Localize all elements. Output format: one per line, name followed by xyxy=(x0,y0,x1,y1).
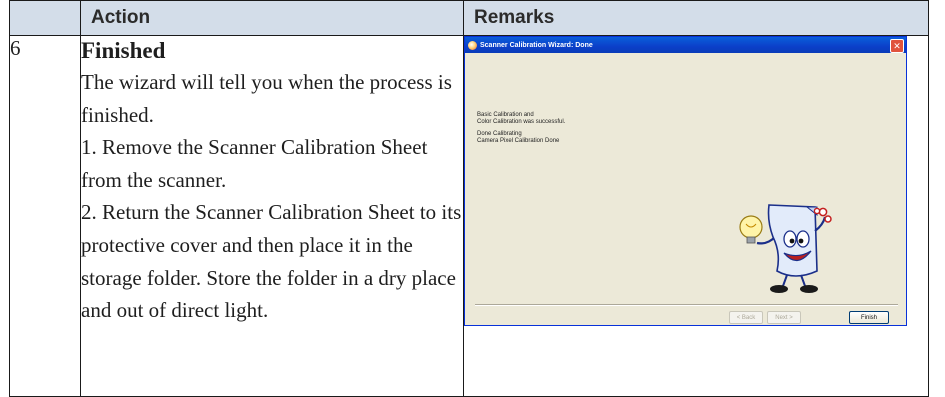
close-icon[interactable]: ✕ xyxy=(890,39,904,53)
wizard-message: Color Calibration was successful. xyxy=(477,119,566,125)
table-row: 6 Finished The wizard will tell you when… xyxy=(9,35,929,397)
header-remarks: Remarks xyxy=(463,0,929,36)
action-line: 2. Return the Scanner Calibration Sheet … xyxy=(81,200,462,323)
wizard-screenshot: Scanner Calibration Wizard: Done ✕ Basic… xyxy=(464,36,907,326)
remarks-cell: Scanner Calibration Wizard: Done ✕ Basic… xyxy=(463,35,929,397)
action-line: 1. Remove the Scanner Calibration Sheet … xyxy=(81,135,428,192)
action-cell: Finished The wizard will tell you when t… xyxy=(80,35,464,397)
wizard-messages: Basic Calibration and Color Calibration … xyxy=(477,112,565,145)
wizard-message: Basic Calibration and xyxy=(477,112,534,118)
wizard-body: Basic Calibration and Color Calibration … xyxy=(465,53,906,325)
step-title: Finished xyxy=(81,38,166,63)
mascot-illustration xyxy=(739,204,832,293)
step-number: 6 xyxy=(9,35,81,397)
table-header-row: Action Remarks xyxy=(9,0,929,36)
procedure-table: Action Remarks 6 Finished The wizard wil… xyxy=(9,0,929,397)
header-action: Action xyxy=(80,0,464,36)
action-text: The wizard will tell you when the proces… xyxy=(81,66,463,327)
next-button[interactable]: Next > xyxy=(767,311,801,324)
wizard-message: Camera Pixel Calibration Done xyxy=(477,138,560,144)
action-line: The wizard will tell you when the proces… xyxy=(81,70,452,127)
app-icon xyxy=(468,40,477,50)
back-button[interactable]: < Back xyxy=(729,311,763,324)
wizard-divider xyxy=(475,304,898,306)
wizard-message: Done Calibrating xyxy=(477,131,522,137)
wizard-title: Scanner Calibration Wizard: Done xyxy=(480,41,593,49)
header-number xyxy=(9,0,81,36)
finish-button[interactable]: Finish xyxy=(849,311,889,324)
wizard-titlebar: Scanner Calibration Wizard: Done ✕ xyxy=(465,37,906,53)
